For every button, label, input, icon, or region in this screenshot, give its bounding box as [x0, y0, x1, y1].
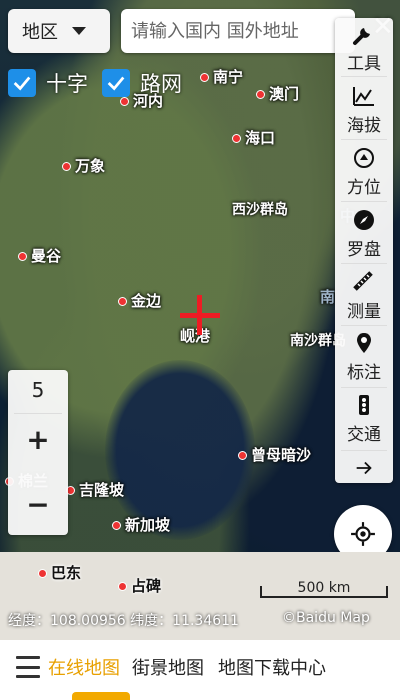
- divider: [341, 450, 387, 451]
- tool-compass[interactable]: 罗盘: [335, 208, 393, 260]
- tab-download[interactable]: 地图下载中心: [218, 654, 326, 680]
- map-pin-icon: [352, 331, 376, 355]
- region-label: 地区: [22, 22, 58, 43]
- zoom-control: 5 + −: [8, 370, 68, 535]
- app-screen: 南宁 河内 澳门 万象 海口 西沙群岛 曼谷 金边 岘港 南沙群岛 棉兰 吉隆坡…: [0, 0, 400, 700]
- place-zengmu[interactable]: 曾母暗沙: [238, 444, 311, 465]
- crosshair-vertical: [197, 295, 202, 335]
- tool-elevation[interactable]: 海拔: [335, 84, 393, 136]
- elevation-chart-icon: [352, 84, 376, 108]
- menu-icon[interactable]: [16, 656, 40, 678]
- crosshair-locate-icon: [351, 522, 375, 546]
- divider: [341, 387, 387, 388]
- region-dropdown[interactable]: 地区: [8, 9, 110, 53]
- compass-icon: [352, 208, 376, 232]
- checkbox-checked-icon[interactable]: [102, 69, 130, 97]
- divider: [341, 325, 387, 326]
- tool-direction-label: 方位: [347, 178, 381, 198]
- divider: [341, 263, 387, 264]
- tool-compass-label: 罗盘: [347, 240, 381, 260]
- checkbox-checked-icon[interactable]: [8, 69, 36, 97]
- place-phnom-penh[interactable]: 金边: [118, 290, 161, 311]
- tool-annotate[interactable]: 标注: [335, 331, 393, 383]
- wrench-icon: [352, 22, 376, 46]
- tool-measure-label: 测量: [347, 302, 381, 322]
- map-credit: ©Baidu Map: [282, 610, 370, 626]
- arrow-right-icon: [352, 456, 376, 480]
- zoom-in-button[interactable]: +: [8, 423, 68, 456]
- scale-bar: 500 km: [260, 576, 388, 598]
- ruler-icon: [352, 270, 376, 294]
- roads-label: 路网: [140, 72, 182, 96]
- tool-sidebar: 工具 海拔 方位 罗盘 测量 标注 交通: [335, 18, 393, 483]
- coordinates-readout: 经度：108.00956 纬度：11.34611: [8, 613, 239, 629]
- place-kuala-lumpur[interactable]: 吉隆坡: [66, 479, 124, 500]
- roads-toggle[interactable]: 路网: [102, 68, 182, 98]
- caret-down-icon: [72, 27, 86, 35]
- place-vientiane[interactable]: 万象: [62, 155, 105, 176]
- traffic-light-icon: [352, 393, 376, 417]
- tool-direction[interactable]: 方位: [335, 146, 393, 198]
- gulf-water: [105, 360, 255, 540]
- place-macau[interactable]: 澳门: [256, 83, 299, 104]
- bottom-nav: 在线地图 街景地图 地图下载中心: [0, 640, 400, 700]
- tool-traffic[interactable]: 交通: [335, 393, 393, 445]
- place-singapore[interactable]: 新加坡: [112, 514, 170, 535]
- place-bangkok[interactable]: 曼谷: [18, 245, 61, 266]
- tool-measure[interactable]: 测量: [335, 270, 393, 322]
- address-search-input[interactable]: [121, 9, 355, 53]
- place-xisha[interactable]: 西沙群岛: [232, 199, 288, 219]
- place-nanning[interactable]: 南宁: [200, 66, 243, 87]
- tool-traffic-label: 交通: [347, 425, 381, 445]
- place-haikou[interactable]: 海口: [232, 127, 275, 148]
- zoom-level: 5: [31, 378, 45, 402]
- toolbar-expand[interactable]: [335, 456, 393, 480]
- tool-annotate-label: 标注: [347, 363, 381, 383]
- tool-tools-label: 工具: [347, 54, 381, 74]
- divider: [341, 76, 387, 77]
- divider: [341, 139, 387, 140]
- tool-tools[interactable]: 工具: [335, 22, 393, 74]
- tool-elevation-label: 海拔: [347, 116, 381, 136]
- direction-icon: [352, 146, 376, 170]
- place-danang[interactable]: 岘港: [180, 325, 210, 346]
- divider: [341, 201, 387, 202]
- crosshair-toggle[interactable]: 十字: [8, 68, 88, 98]
- divider: [14, 413, 62, 414]
- scale-line: [260, 586, 388, 598]
- zoom-out-button[interactable]: −: [8, 488, 68, 521]
- tab-street-view[interactable]: 街景地图: [132, 654, 204, 680]
- tab-online-map[interactable]: 在线地图: [48, 654, 120, 680]
- place-padang[interactable]: 巴东: [38, 562, 81, 583]
- sea-label-south: 南: [320, 288, 336, 306]
- crosshair-label: 十字: [46, 72, 88, 96]
- place-jambi[interactable]: 占碑: [118, 575, 161, 596]
- active-tab-indicator: [72, 692, 130, 700]
